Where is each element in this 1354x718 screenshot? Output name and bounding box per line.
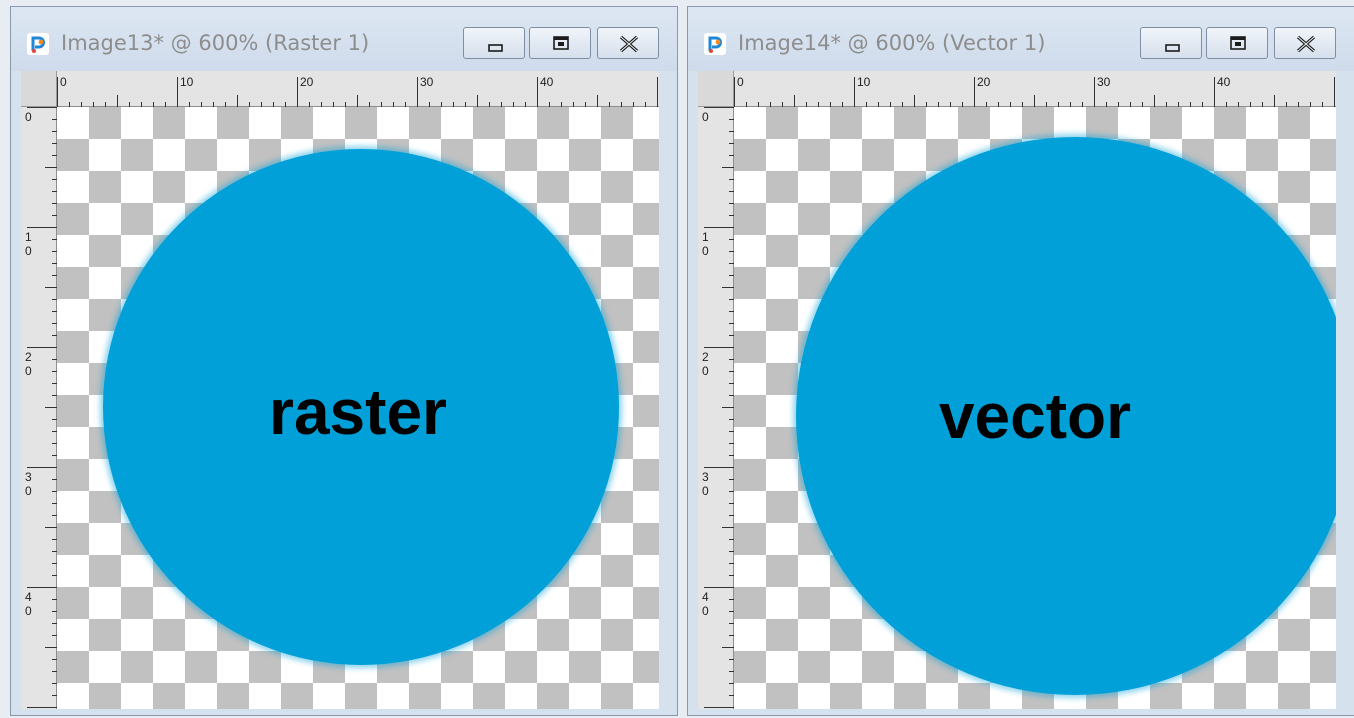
ruler-label: 4 [25,590,32,604]
ruler-label: 0 [702,364,709,378]
ruler-label: 0 [737,75,744,89]
ruler-label: 0 [702,604,709,618]
paintshop-pro-icon [704,33,726,55]
vertical-ruler: 010203040 [21,107,57,709]
image-canvas[interactable]: raster [57,107,659,709]
close-icon [1296,35,1316,53]
ruler-label: 2 [702,350,709,364]
ruler-label: 1 [25,230,32,244]
close-icon [619,35,639,53]
ruler-label: 0 [25,364,32,378]
window-titlebar[interactable]: Image14* @ 600% (Vector 1) [688,7,1354,71]
minimize-icon [488,44,503,52]
ruler-label: 0 [25,604,32,618]
horizontal-ruler: 0 10 20 30 40 [57,71,659,107]
close-button[interactable] [1274,27,1336,59]
window-title: Image14* @ 600% (Vector 1) [738,31,1046,55]
window-title: Image13* @ 600% (Raster 1) [61,31,370,55]
ruler-label: 0 [702,244,709,258]
ruler-label: 10 [857,75,871,89]
horizontal-ruler: 0 10 20 30 40 [734,71,1336,107]
ruler-label: 0 [25,244,32,258]
canvas-text-raster: raster [269,376,447,448]
ruler-label: 30 [420,75,434,89]
maximize-button[interactable] [1206,27,1268,59]
ruler-label: 0 [25,110,32,124]
ruler-label: 20 [300,75,314,89]
minimize-icon [1165,44,1180,52]
ruler-label: 40 [1217,75,1231,89]
ruler-label: 3 [25,470,32,484]
ruler-corner [21,71,57,107]
ruler-corner [698,71,734,107]
close-button[interactable] [597,27,659,59]
paintshop-pro-icon [27,33,49,55]
ruler-label: 0 [25,484,32,498]
minimize-button[interactable] [463,27,525,59]
ruler-label: 10 [180,75,194,89]
image-window-raster[interactable]: Image13* @ 600% (Raster 1) 0 10 20 30 40 010… [10,6,678,716]
maximize-button[interactable] [529,27,591,59]
ruler-label: 4 [702,590,709,604]
maximize-icon [553,36,569,50]
ruler-label: 40 [540,75,554,89]
minimize-button[interactable] [1140,27,1202,59]
ruler-label: 1 [702,230,709,244]
window-titlebar[interactable]: Image13* @ 600% (Raster 1) [11,7,677,71]
ruler-label: 0 [702,110,709,124]
canvas-text-vector: vector [938,380,1132,452]
image-window-vector[interactable]: Image14* @ 600% (Vector 1) 0 10 20 30 40 010… [687,6,1354,716]
ruler-label: 30 [1097,75,1111,89]
ruler-label: 0 [702,484,709,498]
ruler-label: 0 [60,75,67,89]
vertical-ruler: 010203040 [698,107,734,709]
maximize-icon [1230,36,1246,50]
ruler-label: 3 [702,470,709,484]
ruler-label: 20 [977,75,991,89]
image-canvas[interactable]: vector [734,107,1336,709]
ruler-label: 2 [25,350,32,364]
